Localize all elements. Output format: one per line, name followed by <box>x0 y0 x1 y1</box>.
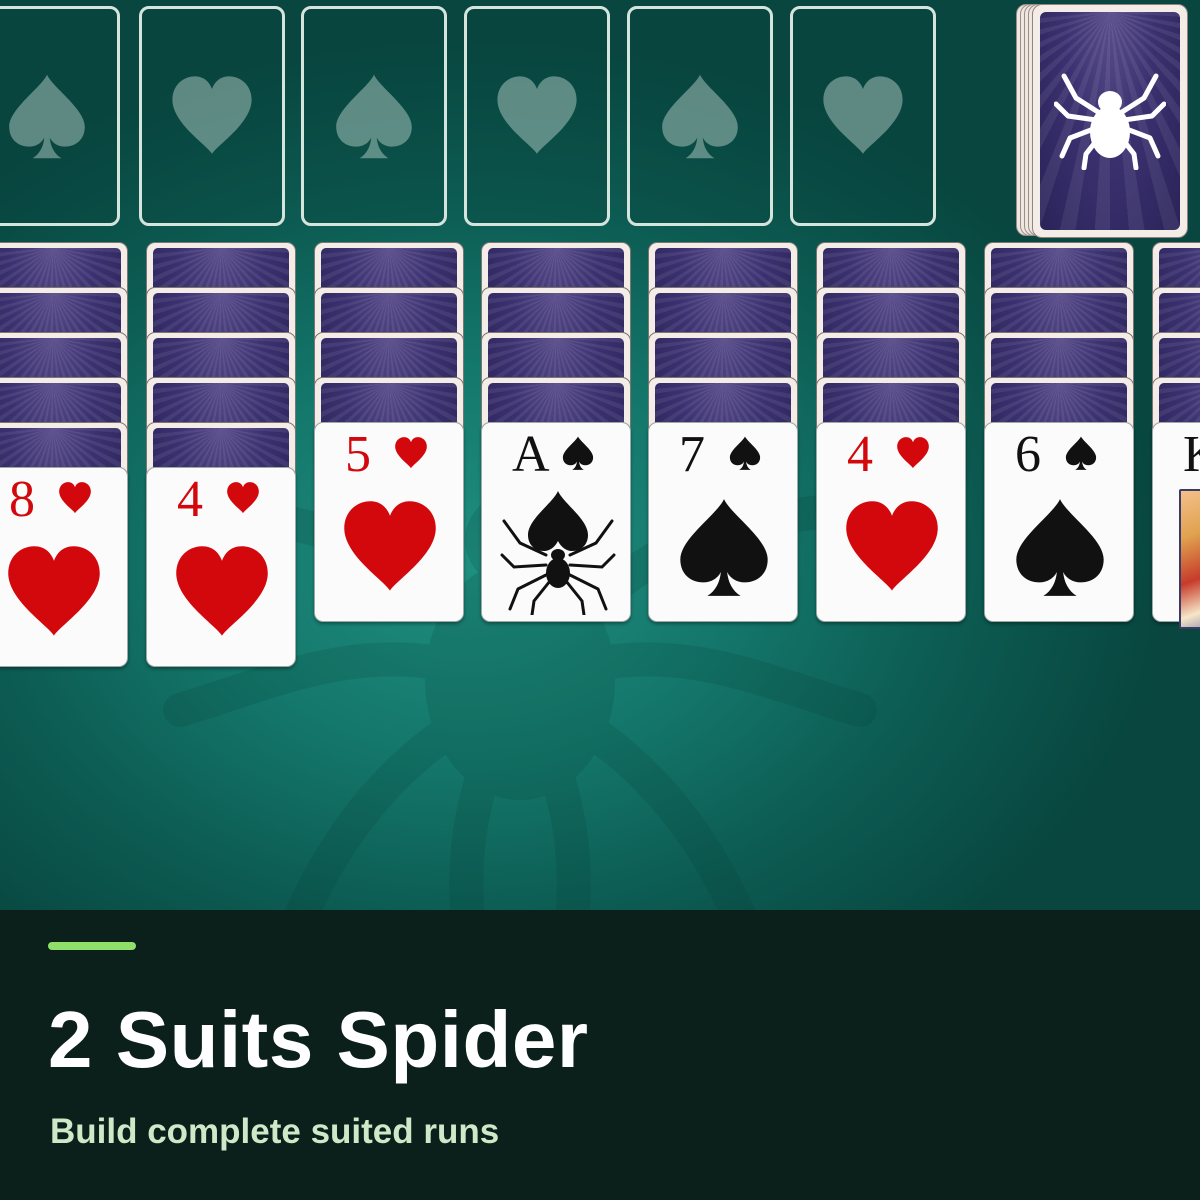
spade-icon <box>662 74 738 159</box>
foundation-slot[interactable] <box>464 6 610 226</box>
heart-pip-icon <box>176 546 268 636</box>
spade-icon <box>729 436 761 470</box>
face-up-card[interactable]: 7 <box>648 422 798 622</box>
stock-pile[interactable] <box>1016 4 1188 240</box>
foundation-slot[interactable] <box>301 6 447 226</box>
card-rank: 7 <box>679 426 705 483</box>
spade-pip-icon <box>1016 499 1104 596</box>
face-up-card[interactable]: 4 <box>816 422 966 622</box>
heart-icon <box>59 482 91 514</box>
king-portrait <box>1179 489 1200 629</box>
face-up-card[interactable]: 4 <box>146 467 296 667</box>
card-rank: 8 <box>9 471 35 528</box>
card-rank: 4 <box>177 471 203 528</box>
spade-icon <box>562 436 594 470</box>
game-subtitle: Build complete suited runs <box>50 1112 500 1151</box>
heart-pip-icon <box>344 501 436 591</box>
heart-icon <box>395 437 427 469</box>
caption-panel: 2 Suits Spider Build complete suited run… <box>0 910 1200 1200</box>
heart-icon <box>823 76 903 154</box>
heart-icon <box>172 76 252 154</box>
spade-icon <box>336 74 412 159</box>
game-title: 2 Suits Spider <box>48 995 589 1084</box>
face-up-card[interactable]: 5 <box>314 422 464 622</box>
spade-icon <box>9 74 85 159</box>
heart-icon <box>497 76 577 154</box>
card-rank: 6 <box>1015 426 1041 483</box>
heart-pip-icon <box>846 501 938 591</box>
spider-icon <box>1054 73 1166 170</box>
card-rank: 4 <box>847 426 873 483</box>
game-table: 8 4 5 A 7 4 6 K <box>0 0 1200 910</box>
spade-icon <box>1065 436 1097 470</box>
foundation-slot[interactable] <box>790 6 936 226</box>
card-rank: 5 <box>345 426 371 483</box>
stock-top-card[interactable] <box>1032 4 1188 238</box>
foundation-slot[interactable] <box>627 6 773 226</box>
card-rank: K <box>1183 427 1200 483</box>
face-up-card[interactable]: 8 <box>0 467 128 667</box>
face-up-card[interactable]: K <box>1152 422 1200 629</box>
spade-pip-icon <box>680 499 768 596</box>
foundation-slot[interactable] <box>0 6 120 226</box>
face-up-card[interactable]: A <box>481 422 631 622</box>
face-up-card[interactable]: 6 <box>984 422 1134 622</box>
accent-bar <box>48 942 136 950</box>
card-rank: A <box>512 426 550 483</box>
heart-pip-icon <box>8 546 100 636</box>
spider-spade-icon <box>500 491 616 615</box>
heart-icon <box>227 482 259 514</box>
heart-icon <box>897 437 929 469</box>
foundation-slot[interactable] <box>139 6 285 226</box>
